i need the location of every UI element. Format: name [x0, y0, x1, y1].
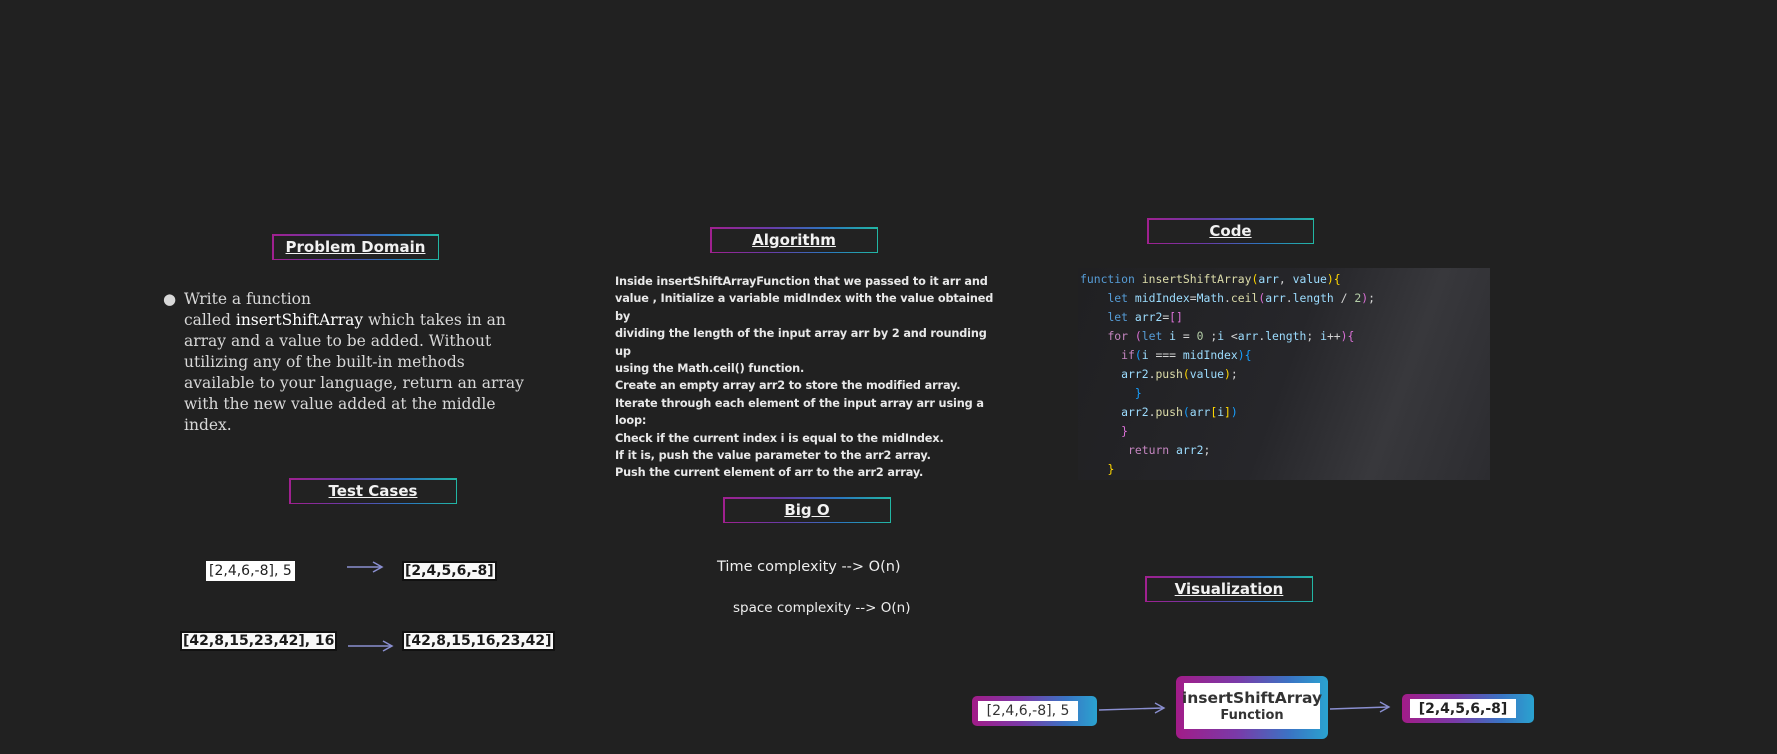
problem-domain-text: ● Write a function called insertShiftArr…	[163, 289, 544, 436]
algorithm-header: Algorithm	[710, 227, 878, 253]
algo-line: Check if the current index i is equal to…	[615, 431, 944, 445]
algo-line: Inside insertShiftArrayFunction that we …	[615, 275, 988, 288]
test-cases-header: Test Cases	[289, 478, 457, 504]
viz-input-box: [2,4,6,-8], 5	[972, 696, 1097, 726]
viz-function-name: insertShiftArray	[1181, 688, 1323, 707]
test-case-1-output: [2,4,5,6,-8]	[402, 561, 497, 581]
pd-line: available to your language, return an ar…	[184, 374, 524, 392]
code-block: function insertShiftArray(arr, value){ l…	[1080, 272, 1375, 476]
viz-function-box: insertShiftArray Function	[1176, 676, 1328, 739]
pd-line-1: Write a function	[184, 290, 311, 308]
test-case-2-input: [42,8,15,23,42], 16	[180, 631, 338, 651]
algo-line: dividing the length of the input array a…	[615, 327, 987, 358]
viz-function-label: insertShiftArray Function	[1181, 683, 1323, 729]
space-complexity: space complexity --> O(n)	[733, 600, 911, 616]
pd-line: utilizing any of the built-in methods	[184, 353, 465, 371]
function-name: insertShiftArray	[235, 311, 364, 329]
viz-output-label: [2,4,5,6,-8]	[1410, 699, 1516, 718]
algo-line: using the Math.ceil() function.	[615, 362, 805, 376]
algo-line: If it is, push the value parameter to th…	[615, 449, 931, 463]
algo-line: value , Initialize a variable midIndex w…	[615, 292, 994, 323]
pd-line-2: called insertShiftArray which takes in a…	[184, 311, 506, 329]
time-complexity: Time complexity --> O(n)	[717, 559, 901, 575]
problem-domain-header: Problem Domain	[272, 234, 439, 260]
viz-arrow-2	[1329, 701, 1391, 713]
code-header: Code	[1147, 218, 1314, 244]
pd-line: with the new value added at the middle	[184, 395, 496, 413]
test-case-2-arrow	[348, 640, 394, 652]
algo-line: loop:	[615, 414, 647, 428]
pd-line: index.	[184, 416, 232, 434]
test-case-1-input: [2,4,6,-8], 5	[206, 561, 295, 581]
viz-output-box: [2,4,5,6,-8]	[1402, 694, 1534, 723]
bullet-icon: ●	[163, 290, 177, 308]
algo-line: Iterate through each element of the inpu…	[615, 396, 984, 410]
test-case-1-arrow	[347, 561, 384, 573]
test-case-2-output: [42,8,15,16,23,42]	[402, 631, 555, 651]
algo-line: Push the current element of arr to the a…	[615, 466, 924, 480]
algo-line: Create an empty array arr2 to store the …	[615, 379, 961, 393]
viz-input-label: [2,4,6,-8], 5	[978, 701, 1078, 721]
viz-arrow-1	[1098, 702, 1166, 714]
big-o-header: Big O	[723, 497, 891, 523]
algorithm-text: Inside insertShiftArrayFunction that we …	[615, 273, 1005, 482]
viz-function-word: Function	[1220, 707, 1284, 723]
pd-line: array and a value to be added. Without	[184, 332, 492, 350]
visualization-header: Visualization	[1145, 576, 1313, 602]
